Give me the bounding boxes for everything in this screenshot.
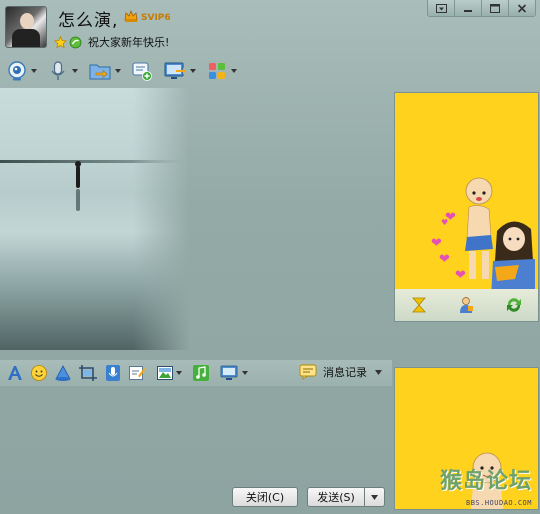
remote-desktop-icon [164, 62, 186, 79]
send-options-dropdown-icon [371, 494, 378, 500]
music-icon [193, 365, 209, 381]
font-icon [8, 366, 22, 380]
avatar-body [12, 29, 40, 47]
star-icon [54, 35, 67, 48]
refresh-icon[interactable] [505, 296, 523, 314]
history-icon [299, 364, 317, 380]
microphone-icon [51, 61, 65, 80]
magic-expression-button[interactable] [54, 364, 72, 382]
message-input[interactable] [0, 388, 392, 484]
message-history-area[interactable] [0, 88, 392, 358]
signature-row: 祝大家新年快乐! [54, 34, 169, 50]
remote-desktop-dropdown-icon[interactable] [190, 69, 196, 73]
avatar-face [20, 13, 34, 29]
message-add-button[interactable] [131, 60, 153, 82]
close-icon [517, 3, 527, 13]
scribble-icon [129, 366, 146, 380]
webcam-dropdown-icon[interactable] [31, 69, 37, 73]
minimize-button[interactable] [454, 0, 481, 16]
microphone-dropdown-icon[interactable] [72, 69, 78, 73]
qq-show-action-bar [395, 289, 538, 321]
emoticon-button[interactable] [30, 364, 48, 382]
close-button[interactable] [508, 0, 535, 16]
background-figure [76, 166, 80, 188]
magic-icon [55, 365, 71, 381]
window-controls [427, 0, 536, 17]
heart-decoration: ♥ [441, 218, 449, 227]
send-button[interactable]: 发送(S) [307, 487, 365, 507]
heart-decoration: ❤ [439, 252, 450, 267]
webcam-button[interactable] [6, 60, 37, 82]
forum-watermark: 猴岛论坛 [439, 469, 532, 494]
screen-share-dropdown-icon[interactable] [242, 371, 248, 375]
swap-icon[interactable] [410, 296, 428, 314]
remote-desktop-button[interactable] [163, 60, 196, 82]
vip-crown-icon [124, 9, 138, 22]
vip-badge[interactable]: SVIP6 [141, 13, 171, 23]
history-dropdown-icon[interactable] [375, 369, 382, 375]
screen-share-button[interactable] [220, 364, 248, 382]
background-figure-reflection [76, 189, 80, 211]
background-horizon [0, 160, 190, 163]
image-dropdown-icon[interactable] [176, 371, 182, 375]
qq-show-self-panel[interactable]: 猴岛论坛 BBS.HOUDAO.COM [394, 367, 539, 510]
emoticon-icon [31, 365, 47, 381]
maximize-icon [490, 3, 500, 13]
contact-signature: 祝大家新年快乐! [88, 36, 170, 49]
qq-show-girl-figure [491, 221, 535, 297]
close-chat-button[interactable]: 关闭(C) [232, 487, 298, 507]
screenshot-button[interactable] [78, 364, 98, 382]
forum-watermark-url: BBS.HOUDAO.COM [465, 499, 532, 507]
heart-decoration: ❤ [431, 236, 442, 251]
menu-icon [435, 3, 447, 13]
message-history-button[interactable]: 消息记录 [295, 361, 386, 383]
menu-button[interactable] [428, 0, 454, 16]
maximize-button[interactable] [481, 0, 508, 16]
send-image-button[interactable] [156, 364, 182, 382]
top-toolbar [6, 58, 247, 84]
image-icon [157, 366, 173, 380]
microphone-button[interactable] [47, 60, 78, 82]
send-file-icon [89, 64, 111, 80]
send-file-dropdown-icon[interactable] [115, 69, 121, 73]
voice-message-icon [106, 365, 120, 381]
apps-icon [209, 63, 225, 79]
qzone-icon[interactable] [69, 36, 82, 49]
contact-name[interactable]: 怎么演, [58, 6, 118, 31]
apps-button[interactable] [206, 60, 237, 82]
scribble-button[interactable] [128, 364, 146, 382]
chat-window: 怎么演, SVIP6 祝大家新年快乐! ❤ ❤ ❤ ❤ ♥ 消息记录 猴岛论坛 … [0, 0, 540, 514]
message-add-icon [132, 62, 152, 81]
input-toolbar: 消息记录 [0, 360, 392, 386]
send-file-button[interactable] [88, 60, 121, 82]
apps-dropdown-icon[interactable] [231, 69, 237, 73]
webcam-icon [8, 61, 26, 81]
dress-up-icon[interactable] [457, 296, 475, 314]
screen-share-icon [220, 365, 238, 380]
send-options-button[interactable] [365, 487, 385, 507]
music-button[interactable] [192, 364, 210, 382]
contact-avatar[interactable] [5, 6, 47, 48]
heart-decoration: ❤ [455, 268, 466, 283]
minimize-icon [464, 9, 472, 12]
screenshot-icon [79, 365, 97, 381]
voice-message-button[interactable] [104, 364, 122, 382]
chat-background-image [0, 88, 190, 350]
message-history-label: 消息记录 [323, 366, 367, 379]
qq-show-panel[interactable]: ❤ ❤ ❤ ❤ ♥ [394, 92, 539, 322]
font-button[interactable] [6, 364, 24, 382]
